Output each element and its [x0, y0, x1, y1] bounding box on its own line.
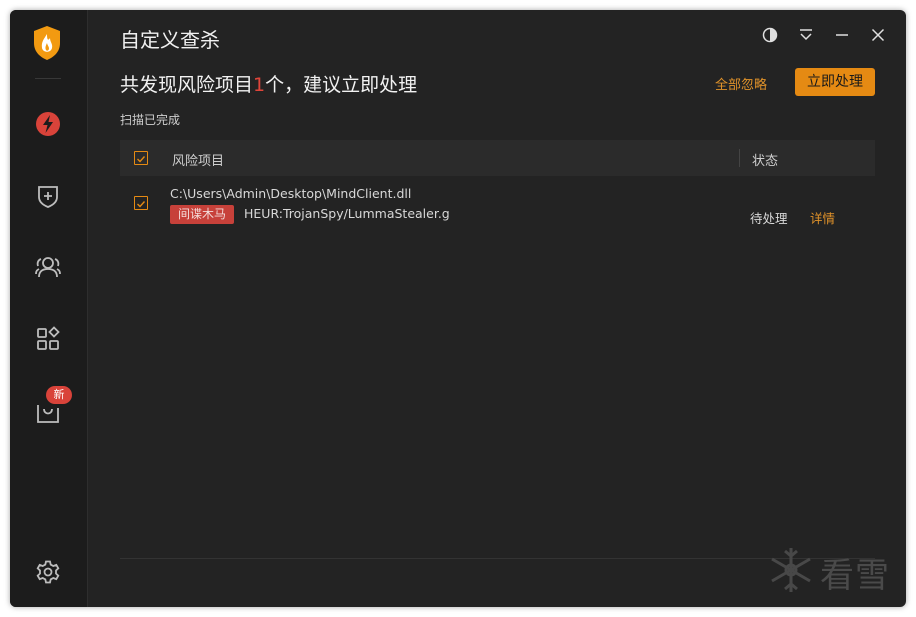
file-path: C:\Users\Admin\Desktop\MindClient.dll: [170, 186, 412, 201]
table-header: 风险项目 状态: [120, 140, 875, 176]
minimize-button[interactable]: [832, 27, 852, 47]
select-all-checkbox[interactable]: [134, 151, 148, 165]
shield-plus-icon: [35, 183, 61, 209]
close-icon: [870, 27, 886, 47]
column-divider: [739, 149, 740, 167]
summary-suffix: 个，建议立即处理: [265, 74, 418, 96]
table-row: C:\Users\Admin\Desktop\MindClient.dll 间谍…: [120, 185, 875, 239]
threat-type-tag: 间谍木马: [170, 205, 234, 224]
column-header-name: 风险项目: [172, 154, 225, 169]
theme-toggle-button[interactable]: [760, 27, 780, 47]
minimize-icon: [834, 27, 850, 47]
sidebar-item-scan[interactable]: [32, 108, 64, 140]
window-title: 自定义查杀: [120, 28, 220, 52]
lightning-icon: [35, 111, 61, 137]
row-status: 待处理: [750, 211, 788, 226]
main-window: 新 自定义查杀 共发现风险项目1个，建议立即处理 全部忽略 立即处理 扫描已完成…: [10, 10, 906, 607]
sidebar-item-apps[interactable]: [32, 323, 64, 355]
detail-link[interactable]: 详情: [810, 208, 835, 227]
sidebar-item-protection[interactable]: [32, 180, 64, 212]
users-icon: [34, 254, 62, 280]
virus-name: HEUR:TrojanSpy/LummaStealer.g: [244, 206, 450, 221]
risk-count: 1: [253, 74, 266, 96]
scan-summary: 共发现风险项目1个，建议立即处理: [120, 70, 417, 97]
sidebar-item-users[interactable]: [32, 251, 64, 283]
ignore-all-link[interactable]: 全部忽略: [715, 74, 767, 93]
menu-icon: [798, 27, 814, 47]
sidebar: 新: [10, 10, 88, 607]
summary-prefix: 共发现风险项目: [120, 74, 254, 96]
scan-status: 扫描已完成: [120, 113, 181, 127]
gear-icon: [35, 559, 61, 585]
sidebar-divider: [35, 78, 61, 79]
snowflake-icon: [768, 545, 814, 599]
column-header-status: 状态: [752, 154, 779, 169]
menu-button[interactable]: [796, 27, 816, 47]
watermark-text: 看雪: [820, 556, 890, 596]
handle-now-button[interactable]: 立即处理: [795, 68, 875, 96]
check-icon: [136, 149, 146, 168]
new-badge: 新: [46, 386, 72, 404]
shield-logo-icon: [31, 24, 63, 62]
bottom-divider: [120, 558, 875, 559]
settings-button[interactable]: [32, 556, 64, 588]
check-icon: [136, 194, 146, 213]
apps-icon: [35, 326, 61, 352]
theme-icon: [762, 27, 778, 47]
close-button[interactable]: [868, 27, 888, 47]
row-checkbox[interactable]: [134, 196, 148, 210]
watermark: 看雪: [768, 545, 898, 597]
